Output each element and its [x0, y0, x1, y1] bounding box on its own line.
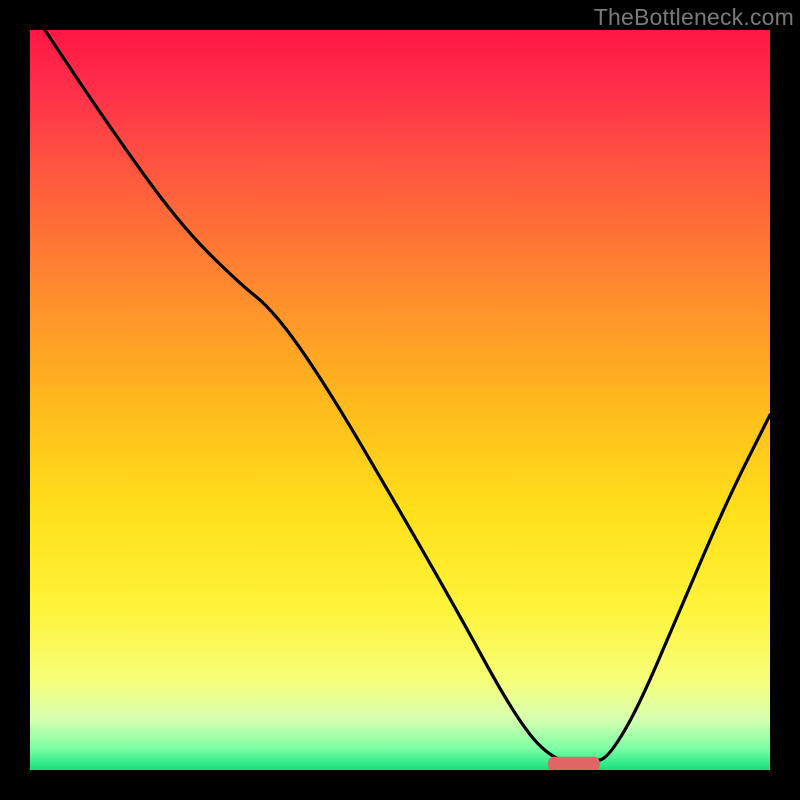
watermark-text: TheBottleneck.com — [594, 4, 794, 31]
bottleneck-chart — [30, 30, 770, 770]
optimal-marker — [548, 757, 600, 770]
chart-frame — [30, 30, 770, 770]
